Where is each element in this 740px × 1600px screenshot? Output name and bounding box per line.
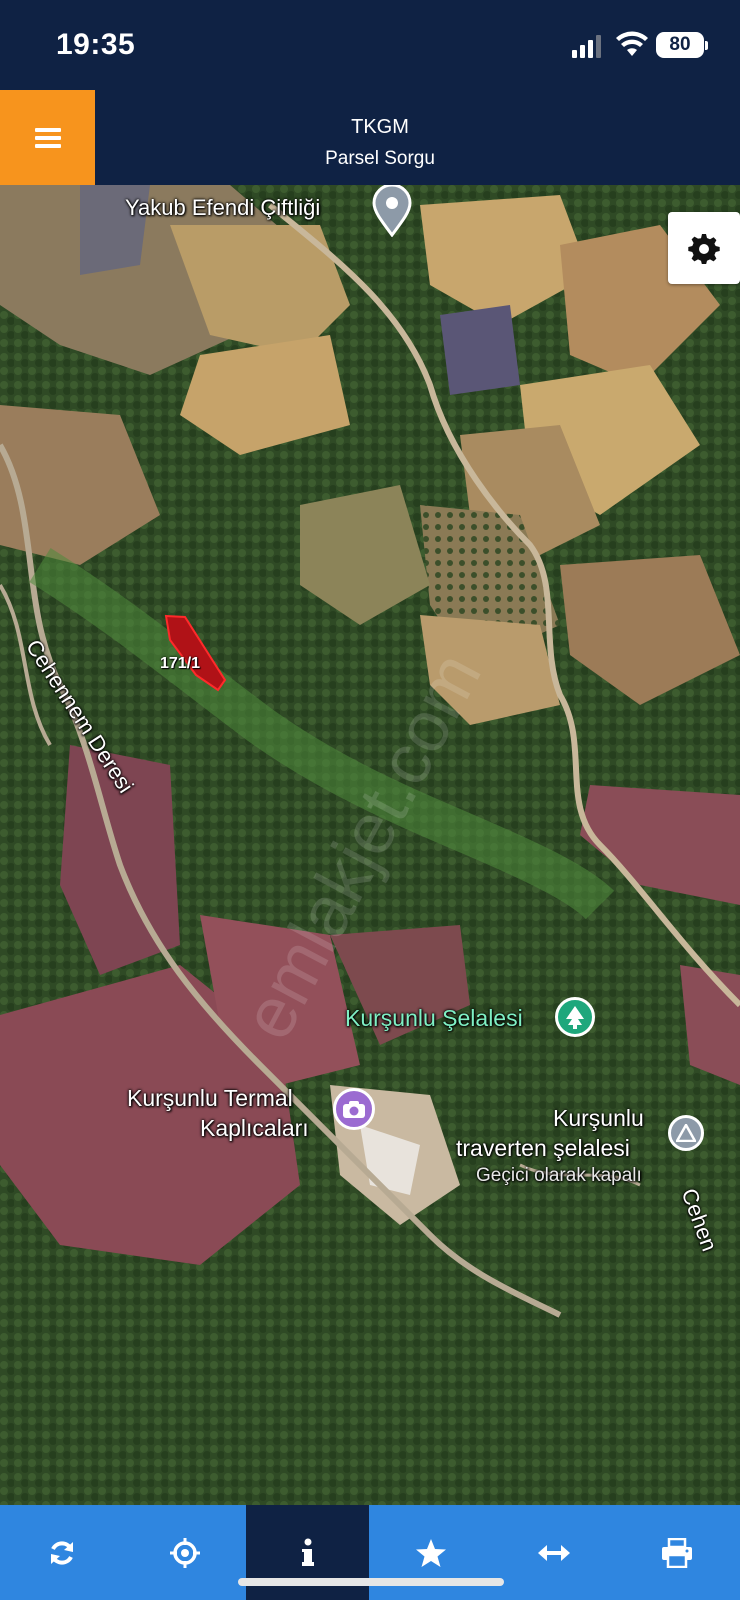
settings-button[interactable]	[668, 212, 740, 284]
measure-icon	[537, 1544, 570, 1561]
spa-marker[interactable]	[333, 1088, 375, 1130]
satellite-map[interactable]: Yakub Efendi Çiftliği Cehennem Deresi 17…	[0, 185, 740, 1505]
refresh-button[interactable]	[0, 1505, 123, 1600]
info-icon	[301, 1538, 314, 1566]
status-time: 19:35	[56, 28, 136, 61]
gear-icon	[688, 234, 720, 264]
camera-icon	[343, 1101, 365, 1118]
travertine-marker[interactable]	[668, 1115, 704, 1151]
tree-icon	[566, 1006, 584, 1029]
star-icon	[415, 1538, 446, 1567]
travertine-label-line1: Kurşunlu	[553, 1105, 644, 1131]
app-header: TKGM Parsel Sorgu	[0, 90, 740, 185]
hamburger-icon	[34, 127, 61, 148]
locate-button[interactable]	[123, 1505, 246, 1600]
signal-icon	[572, 35, 601, 58]
waterfall-label: Kurşunlu Şelalesi	[345, 1005, 523, 1031]
battery-indicator: 80	[656, 32, 708, 58]
wifi-icon	[616, 31, 648, 56]
locate-icon	[169, 1537, 200, 1568]
waterfall-marker[interactable]	[555, 997, 595, 1037]
mountain-icon	[676, 1124, 696, 1142]
spa-label-line1: Kurşunlu Termal	[127, 1085, 293, 1111]
menu-button[interactable]	[0, 90, 95, 185]
home-indicator	[238, 1578, 504, 1586]
app-subtitle: Parsel Sorgu	[325, 148, 435, 169]
travertine-label-line2: traverten şelalesi	[456, 1135, 630, 1161]
app-title: TKGM	[351, 116, 409, 138]
farm-label: Yakub Efendi Çiftliği	[125, 195, 321, 220]
measure-button[interactable]	[492, 1505, 615, 1600]
print-icon	[661, 1537, 692, 1568]
print-button[interactable]	[615, 1505, 738, 1600]
location-pin-icon[interactable]	[370, 185, 414, 237]
travertine-status: Geçici olarak kapalı	[476, 1165, 642, 1186]
spa-label-line2: Kaplıcaları	[200, 1115, 309, 1141]
parcel-label[interactable]: 171/1	[160, 655, 200, 673]
status-bar: 19:35 80	[0, 0, 740, 90]
refresh-icon	[50, 1540, 73, 1565]
